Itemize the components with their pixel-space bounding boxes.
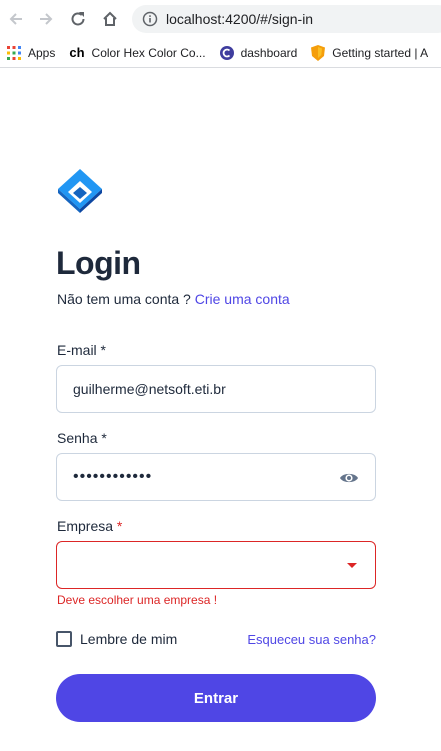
colorhex-icon: ch	[69, 45, 85, 60]
bookmark-label: Apps	[28, 45, 56, 60]
url-text: localhost:4200/#/sign-in	[166, 11, 314, 27]
shield-icon	[311, 44, 326, 61]
address-bar[interactable]: localhost:4200/#/sign-in	[132, 5, 441, 33]
info-icon[interactable]	[142, 11, 158, 27]
sign-in-page: Login Não tem uma conta ? Crie uma conta…	[0, 69, 441, 751]
back-button[interactable]	[4, 7, 28, 31]
company-label: Empresa *	[57, 518, 122, 534]
apps-grid-icon	[7, 45, 21, 60]
browser-toolbar: localhost:4200/#/sign-in	[0, 0, 441, 38]
forgot-password-link[interactable]: Esqueceu sua senha?	[247, 632, 376, 647]
page-title: Login	[56, 245, 141, 281]
bookmark-label: dashboard	[240, 45, 298, 60]
company-error: Deve escolher uma empresa !	[57, 593, 218, 607]
home-button[interactable]	[98, 7, 122, 31]
bookmark-label: Color Hex Color Co...	[91, 45, 206, 60]
password-input[interactable]	[73, 468, 359, 486]
submit-button[interactable]: Entrar	[56, 674, 376, 722]
remember-label: Lembre de mim	[80, 631, 178, 647]
arrow-right-icon	[40, 13, 53, 25]
dashboard-icon	[219, 45, 234, 60]
email-input[interactable]	[73, 381, 359, 397]
bookmark-apps[interactable]: Apps	[7, 45, 56, 60]
bookmark-dashboard[interactable]: dashboard	[219, 45, 298, 60]
company-select[interactable]	[56, 541, 376, 589]
company-label-text: Empresa	[57, 518, 114, 534]
bookmark-label: Getting started | A	[332, 45, 429, 60]
password-label: Senha *	[57, 430, 107, 446]
home-icon	[103, 11, 117, 26]
password-field[interactable]	[56, 453, 376, 501]
forward-button[interactable]	[34, 7, 58, 31]
reload-icon	[71, 12, 85, 26]
create-account-link[interactable]: Crie uma conta	[195, 291, 290, 307]
bookmark-getting-started[interactable]: Getting started | A	[311, 44, 429, 61]
reload-button[interactable]	[66, 7, 90, 31]
remember-checkbox[interactable]	[56, 631, 72, 647]
bookmarks-bar: Apps ch Color Hex Color Co... dashboard …	[0, 38, 441, 68]
email-label: E-mail *	[57, 342, 107, 358]
remember-me[interactable]: Lembre de mim	[56, 631, 177, 647]
chevron-down-icon	[347, 563, 357, 568]
required-mark: *	[116, 518, 123, 534]
logo-icon	[58, 169, 102, 213]
signup-prompt: Não tem uma conta ? Crie uma conta	[57, 291, 290, 307]
bookmark-colorhex[interactable]: ch Color Hex Color Co...	[69, 45, 205, 60]
no-account-text: Não tem uma conta ?	[57, 291, 191, 307]
eye-icon[interactable]	[339, 468, 359, 488]
arrow-left-icon	[9, 13, 22, 25]
email-field[interactable]	[56, 365, 376, 413]
